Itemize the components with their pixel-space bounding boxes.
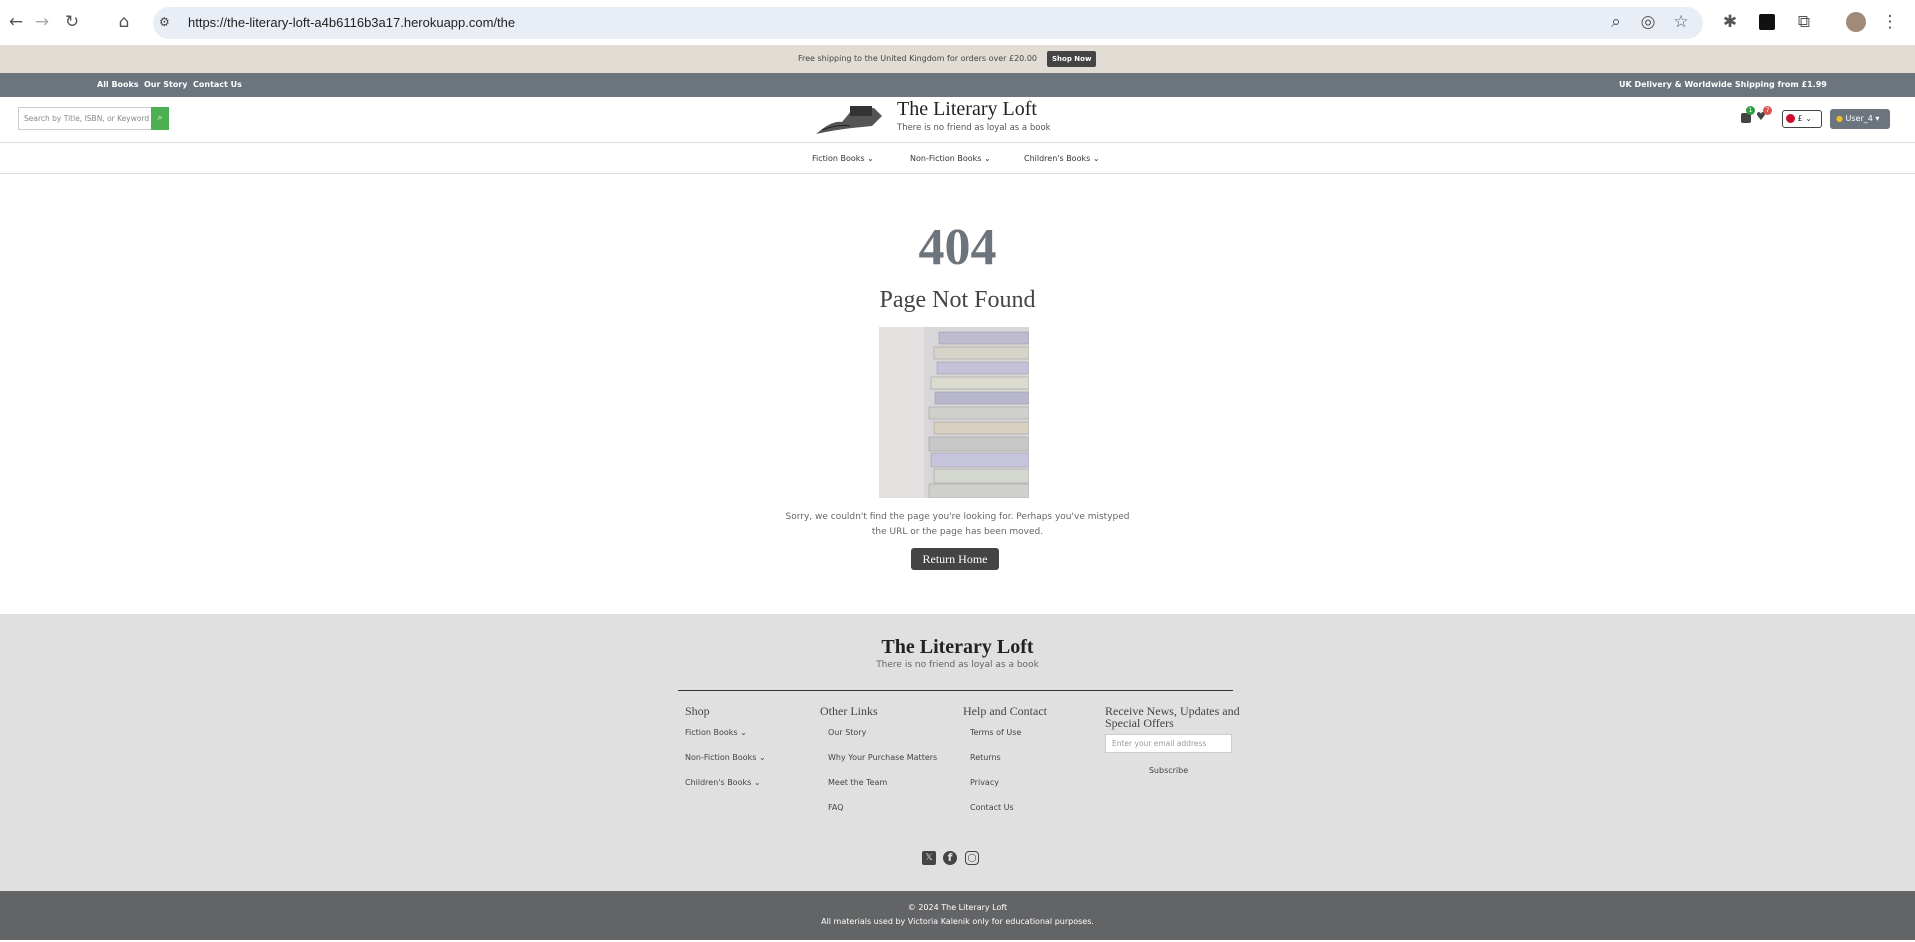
cart-count-badge: 1 [1746, 106, 1755, 115]
footer-link-childrens[interactable]: Children's Books ⌄ [685, 778, 761, 787]
category-label: Non-Fiction Books [910, 154, 982, 163]
footer-divider [678, 690, 1233, 691]
shipping-info: UK Delivery & Worldwide Shipping from £1… [1619, 80, 1827, 89]
site-info-icon[interactable]: ⚙ [159, 15, 170, 29]
chevron-down-icon: ⌄ [758, 753, 766, 762]
book-stack-image [879, 327, 1030, 499]
chevron-down-icon: ⌄ [740, 728, 747, 737]
url-text[interactable]: https://the-literary-loft-a4b6116b3a17.h… [188, 14, 515, 32]
logo-image [816, 106, 882, 134]
chevron-down-icon: ⌄ [1805, 114, 1812, 123]
bottom-bar: © 2024 The Literary Loft All materials u… [0, 891, 1915, 940]
wishlist-count-badge: 7 [1763, 106, 1772, 115]
footer-other-heading: Other Links [820, 704, 878, 718]
zoom-icon[interactable]: ⌕ [1604, 10, 1628, 34]
nav-contact-us[interactable]: Contact Us [193, 73, 242, 97]
category-fiction[interactable]: Fiction Books ⌄ [812, 143, 874, 174]
promo-banner: Free shipping to the United Kingdom for … [0, 45, 1915, 73]
footer: The Literary Loft There is no friend as … [0, 614, 1915, 891]
profile-avatar[interactable] [1846, 12, 1866, 32]
link-label: Children's Books [685, 778, 752, 787]
user-menu-button[interactable]: ● User_4 ▾ [1830, 109, 1890, 129]
link-label: Fiction Books [685, 728, 738, 737]
instagram-icon[interactable]: ◯ [965, 851, 979, 865]
category-label: Fiction Books [812, 154, 865, 163]
subscribe-button[interactable]: Subscribe [1105, 766, 1232, 775]
currency-select[interactable]: £ ⌄ [1782, 110, 1822, 128]
facebook-icon[interactable]: f [943, 851, 957, 865]
disclaimer: All materials used by Victoria Kalenik o… [821, 917, 1094, 926]
footer-link-our-story[interactable]: Our Story [828, 728, 866, 737]
chevron-down-icon: ⌄ [867, 154, 874, 163]
chevron-down-icon: ⌄ [753, 778, 761, 787]
home-icon[interactable]: ⌂ [112, 10, 136, 34]
puzzle-icon[interactable]: ⧉ [1792, 10, 1816, 34]
username: User_4 [1845, 114, 1873, 123]
footer-title: The Literary Loft [881, 636, 1034, 658]
bug-icon[interactable]: ✱ [1718, 10, 1742, 34]
site-tagline: There is no friend as loyal as a book [897, 123, 1051, 133]
footer-link-contact[interactable]: Contact Us [970, 803, 1014, 812]
error-code: 404 [918, 219, 997, 276]
error-message: Sorry, we couldn't find the page you're … [785, 512, 1130, 537]
footer-link-privacy[interactable]: Privacy [970, 778, 999, 787]
footer-link-terms[interactable]: Terms of Use [970, 728, 1021, 737]
nav-all-books[interactable]: All Books [97, 73, 139, 97]
footer-link-fiction[interactable]: Fiction Books ⌄ [685, 728, 747, 737]
error-heading: Page Not Found [879, 287, 1036, 313]
newsletter-heading: Receive News, Updates and Special Offers [1105, 704, 1240, 730]
promo-text: Free shipping to the United Kingdom for … [797, 54, 1037, 63]
footer-link-returns[interactable]: Returns [970, 753, 1001, 762]
extension-icon[interactable] [1759, 14, 1775, 30]
user-icon: ● [1836, 114, 1843, 123]
footer-link-why-purchase[interactable]: Why Your Purchase Matters [828, 753, 937, 762]
category-nav: Fiction Books ⌄ Non-Fiction Books ⌄ Chil… [0, 142, 1915, 174]
search-button[interactable]: ⌕ [151, 107, 169, 130]
footer-tagline: There is no friend as loyal as a book [876, 660, 1039, 670]
forward-icon[interactable]: → [30, 10, 54, 34]
footer-link-faq[interactable]: FAQ [828, 803, 844, 812]
footer-link-meet-team[interactable]: Meet the Team [828, 778, 887, 787]
search-input[interactable]: Search by Title, ISBN, or Keyword [18, 107, 151, 130]
category-non-fiction[interactable]: Non-Fiction Books ⌄ [910, 143, 991, 174]
x-icon[interactable]: 𝕏 [922, 851, 936, 865]
eye-off-icon[interactable]: ◎ [1636, 10, 1660, 34]
category-childrens[interactable]: Children's Books ⌄ [1024, 143, 1100, 174]
currency-symbol: £ [1797, 114, 1803, 123]
top-nav: All Books Our Story Contact Us UK Delive… [0, 73, 1915, 97]
chevron-down-icon: ⌄ [1092, 154, 1100, 163]
back-icon[interactable]: ← [4, 10, 28, 34]
return-home-button[interactable]: Return Home [911, 548, 999, 570]
browser-toolbar: ← → ↻ ⌂ ⚙ https://the-literary-loft-a4b6… [0, 0, 1915, 45]
footer-shop-heading: Shop [685, 704, 710, 718]
uk-flag-icon [1786, 114, 1795, 123]
newsletter-email-input[interactable]: Enter your email address [1105, 734, 1232, 753]
copyright: © 2024 The Literary Loft [907, 903, 1008, 912]
reload-icon[interactable]: ↻ [60, 10, 84, 34]
footer-link-non-fiction[interactable]: Non-Fiction Books ⌄ [685, 753, 766, 762]
site-title[interactable]: The Literary Loft [897, 98, 1037, 121]
search-icon: ⌕ [157, 113, 163, 123]
menu-icon[interactable]: ⋮ [1878, 10, 1902, 34]
shop-now-button[interactable]: Shop Now [1047, 51, 1097, 67]
link-label: Non-Fiction Books [685, 753, 757, 762]
footer-help-heading: Help and Contact [963, 704, 1047, 718]
nav-our-story[interactable]: Our Story [144, 73, 187, 97]
category-label: Children's Books [1024, 154, 1091, 163]
star-icon[interactable]: ☆ [1669, 10, 1693, 34]
chevron-down-icon: ⌄ [983, 154, 991, 163]
